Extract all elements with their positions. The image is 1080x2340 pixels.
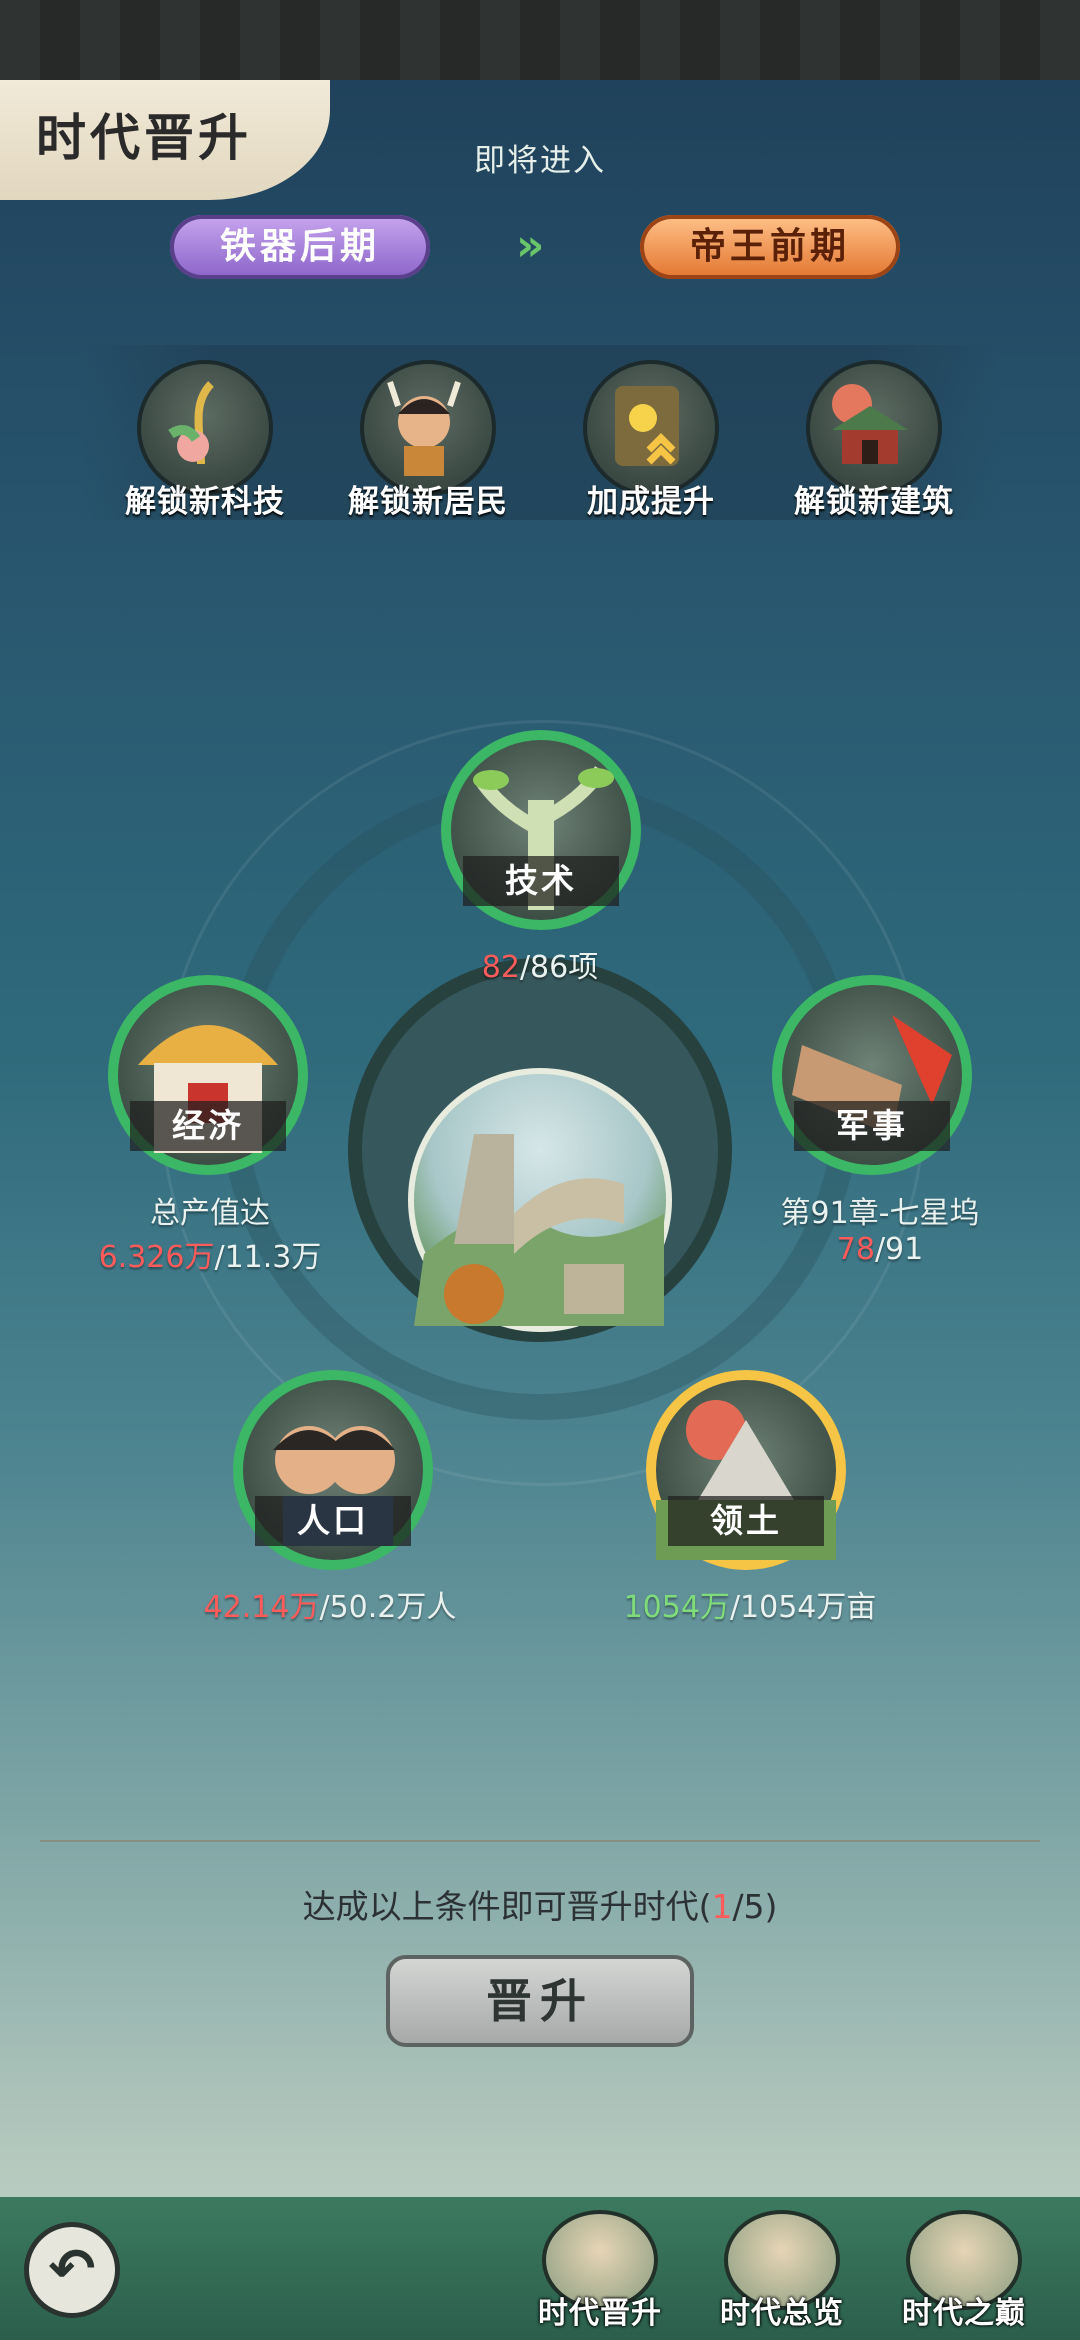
promote-button[interactable]: 晋升 [386, 1955, 694, 2047]
tab-label: 时代之巅 [902, 2296, 1026, 2331]
unlock-label: 加成提升 [587, 484, 715, 520]
divider [40, 1840, 1040, 1842]
unlock-new-tech[interactable]: 解锁新科技 [105, 360, 305, 521]
territory-label: 领土 [668, 1496, 824, 1546]
economy-progress: 6.326万/11.3万 [98, 1240, 322, 1275]
economy-condition-node[interactable]: 经济 [108, 975, 308, 1175]
population-progress: 42.14万/50.2万人 [203, 1590, 457, 1625]
territory-condition-node[interactable]: 领土 [646, 1370, 846, 1570]
territory-progress: 1054万/1054万亩 [623, 1590, 877, 1625]
tab-era-overview[interactable]: 时代总览 [717, 2210, 847, 2332]
top-banner [0, 0, 1080, 80]
double-chevron-right-icon: » [516, 220, 545, 271]
next-era-badge: 帝王前期 [640, 215, 900, 279]
economy-label: 经济 [130, 1101, 286, 1151]
military-desc: 第91章-七星坞 [780, 1196, 980, 1231]
military-progress: 78/91 [836, 1232, 924, 1267]
tech-progress: 82/86项 [481, 950, 599, 985]
military-condition-node[interactable]: 军事 [772, 975, 972, 1175]
promotion-condition-text: 达成以上条件即可晋升时代(1/5) [302, 1887, 778, 1926]
tab-label: 时代总览 [720, 2296, 844, 2331]
unlock-label: 解锁新科技 [125, 484, 285, 520]
military-label: 军事 [794, 1101, 950, 1151]
tab-era-promotion[interactable]: 时代晋升 [535, 2210, 665, 2332]
population-label: 人口 [255, 1496, 411, 1546]
population-condition-node[interactable]: 人口 [233, 1370, 433, 1570]
tab-label: 时代晋升 [538, 2296, 662, 2331]
current-era-badge: 铁器后期 [170, 215, 430, 279]
unlock-label: 解锁新居民 [348, 484, 508, 520]
back-arrow-icon[interactable]: ↶ [24, 2222, 120, 2318]
economy-desc: 总产值达 [150, 1196, 270, 1231]
unlock-label: 解锁新建筑 [794, 484, 954, 520]
unlock-new-resident[interactable]: 解锁新居民 [328, 360, 528, 521]
entering-label: 即将进入 [474, 143, 606, 179]
bonus-upgrade[interactable]: 加成提升 [551, 360, 751, 521]
tech-label: 技术 [463, 856, 619, 906]
tab-era-peak[interactable]: 时代之巅 [899, 2210, 1029, 2332]
tech-condition-node[interactable]: 技术 [441, 730, 641, 930]
unlock-new-building[interactable]: 解锁新建筑 [774, 360, 974, 521]
great-wall-icon [408, 1068, 672, 1332]
